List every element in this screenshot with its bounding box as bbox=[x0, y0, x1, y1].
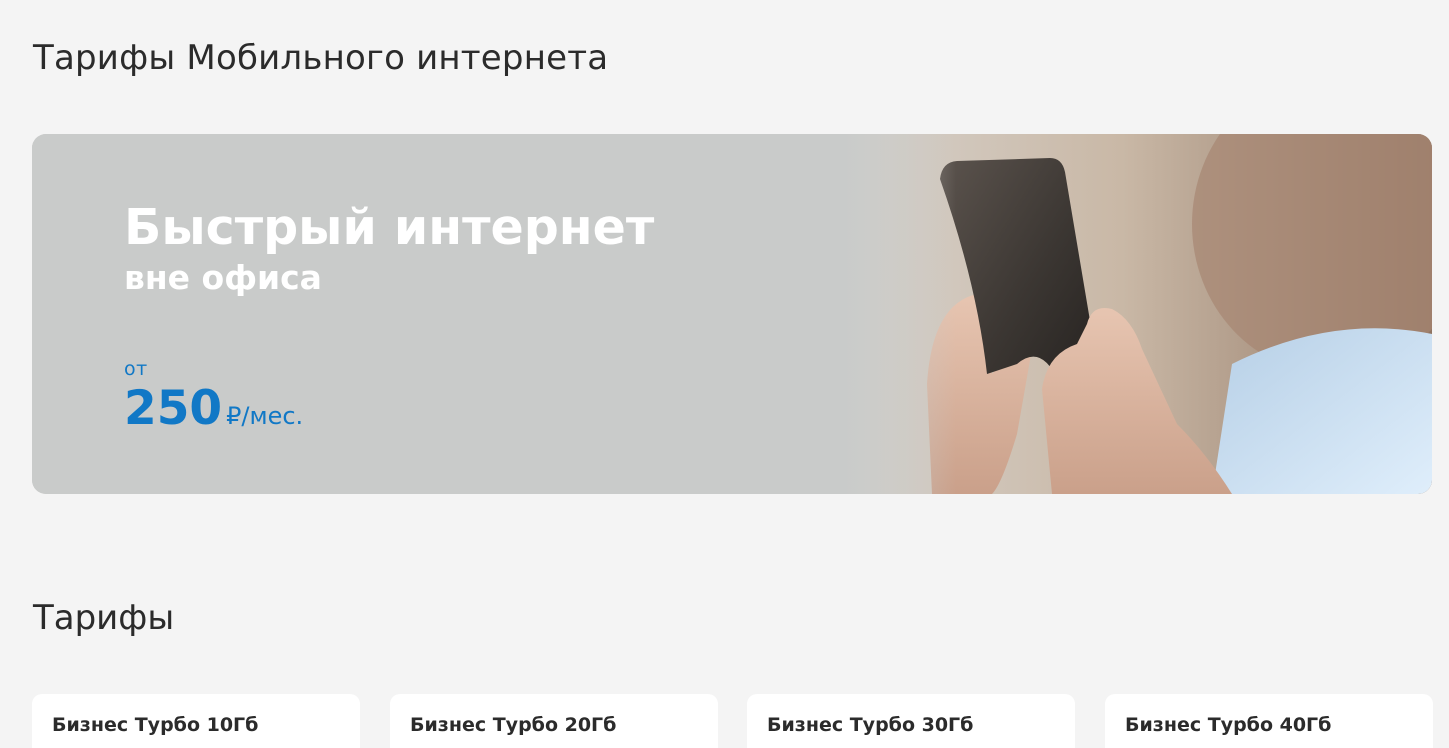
tariff-card[interactable]: Бизнес Турбо 20Гб bbox=[390, 694, 718, 748]
banner-headline: Быстрый интернет вне офиса bbox=[124, 198, 654, 298]
page-title: Тарифы Мобильного интернета bbox=[33, 38, 609, 78]
price-prefix: от bbox=[124, 358, 148, 380]
tariff-card[interactable]: Бизнес Турбо 40Гб bbox=[1105, 694, 1433, 748]
price: 250 ₽/мес. bbox=[124, 380, 303, 438]
banner-photo bbox=[32, 134, 1432, 494]
tariff-name: Бизнес Турбо 30Гб bbox=[767, 714, 974, 736]
price-unit: ₽/мес. bbox=[226, 402, 304, 430]
banner-subtitle: вне офиса bbox=[124, 258, 322, 297]
banner-title: Быстрый интернет bbox=[124, 199, 655, 256]
tariff-name: Бизнес Турбо 20Гб bbox=[410, 714, 617, 736]
tariffs-section-title: Тарифы bbox=[33, 598, 175, 638]
tariff-card[interactable]: Бизнес Турбо 10Гб bbox=[32, 694, 360, 748]
tariff-name: Бизнес Турбо 10Гб bbox=[52, 714, 259, 736]
promo-banner[interactable]: Быстрый интернет вне офиса от 250 ₽/мес. bbox=[32, 134, 1432, 494]
price-value: 250 bbox=[124, 381, 223, 436]
page: Тарифы Мобильного интернета Быстрый инте… bbox=[0, 0, 1449, 748]
tariff-name: Бизнес Турбо 40Гб bbox=[1125, 714, 1332, 736]
tariff-card[interactable]: Бизнес Турбо 30Гб bbox=[747, 694, 1075, 748]
